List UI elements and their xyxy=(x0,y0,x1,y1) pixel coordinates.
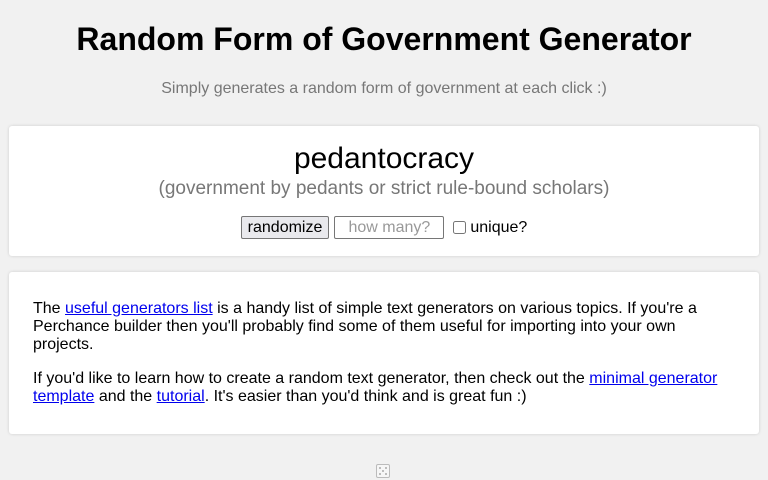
info-text: and the xyxy=(94,388,157,405)
info-card: The useful generators list is a handy li… xyxy=(9,272,759,434)
page-subtitle: Simply generates a random form of govern… xyxy=(161,80,607,97)
info-text: . It's easier than you'd think and is gr… xyxy=(204,388,527,405)
unique-option[interactable]: unique? xyxy=(453,219,527,237)
info-text: If you'd like to learn how to create a r… xyxy=(33,370,590,387)
tutorial-link[interactable]: tutorial xyxy=(157,388,205,405)
info-paragraph-2: If you'd like to learn how to create a r… xyxy=(33,370,733,406)
page: Random Form of Government Generator Simp… xyxy=(0,0,768,480)
info-paragraph-1: The useful generators list is a handy li… xyxy=(33,300,733,354)
unique-label: unique? xyxy=(470,218,528,236)
generator-card: pedantocracy (government by pedants or s… xyxy=(9,126,759,256)
randomize-button[interactable]: randomize xyxy=(240,216,330,239)
result-definition: (government by pedants or strict rule-bo… xyxy=(158,178,610,199)
info-text: The xyxy=(33,300,66,317)
useful-generators-link[interactable]: useful generators list xyxy=(65,300,213,317)
page-title: Random Form of Government Generator xyxy=(76,21,692,57)
controls-row: randomize unique? xyxy=(9,216,759,239)
unique-checkbox[interactable] xyxy=(453,221,467,234)
count-input[interactable] xyxy=(334,216,445,239)
dice-icon xyxy=(376,464,390,478)
result-word: pedantocracy xyxy=(293,142,475,175)
